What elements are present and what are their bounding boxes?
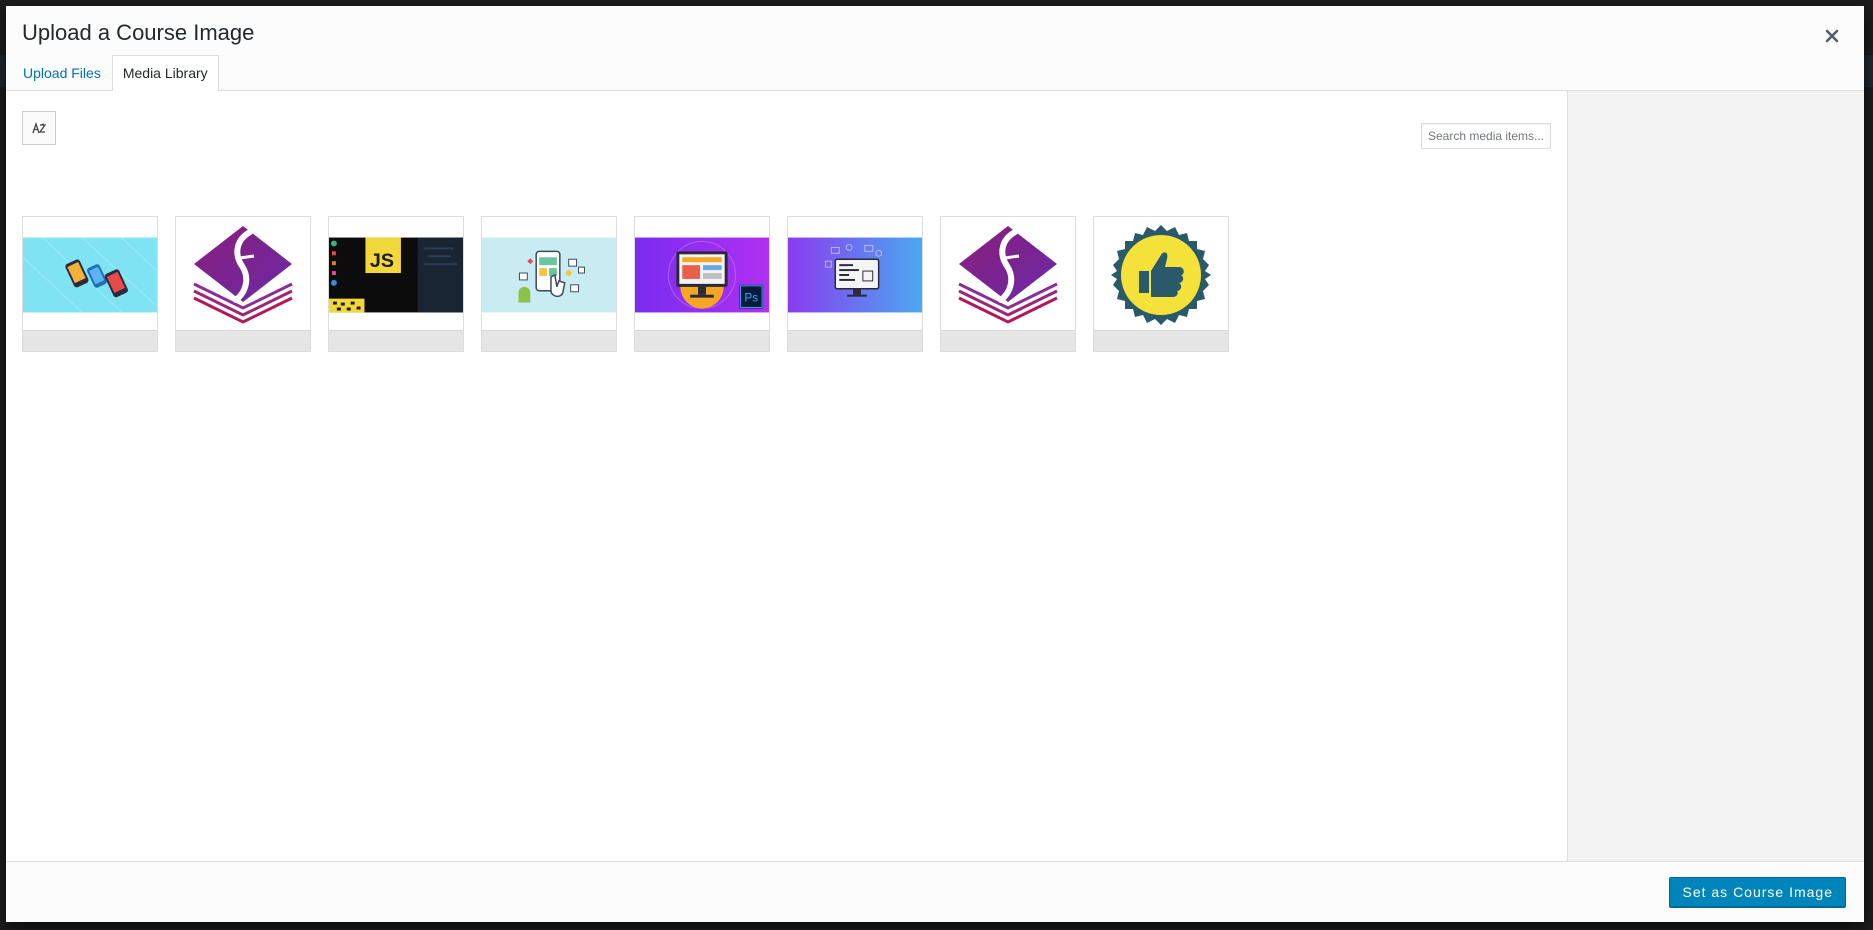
media-item[interactable] bbox=[175, 216, 311, 352]
media-item[interactable] bbox=[481, 216, 617, 352]
tile-footer bbox=[941, 330, 1075, 351]
web-code-monitor-image bbox=[788, 237, 922, 312]
modal-tabs: Upload Files Media Library bbox=[22, 55, 219, 91]
thumbs-up-badge-image bbox=[1111, 224, 1211, 325]
purple-layers-logo-image bbox=[958, 225, 1058, 324]
ps-logo-text: Ps bbox=[744, 290, 758, 304]
sort-button[interactable] bbox=[22, 111, 56, 145]
sort-alpha-icon bbox=[32, 122, 46, 134]
media-item[interactable] bbox=[22, 216, 158, 352]
media-item[interactable] bbox=[940, 216, 1076, 352]
tile-footer bbox=[1094, 330, 1228, 351]
close-icon bbox=[1825, 29, 1839, 43]
attachment-details-sidebar bbox=[1567, 91, 1864, 861]
thumb-area bbox=[941, 217, 1075, 332]
tile-footer bbox=[788, 330, 922, 351]
media-modal: Upload a Course Image Upload Files Media… bbox=[6, 6, 1864, 922]
search-input[interactable] bbox=[1421, 123, 1551, 149]
thumb-area bbox=[1094, 217, 1228, 332]
tab-media-library[interactable]: Media Library bbox=[111, 55, 219, 91]
thumb-area bbox=[176, 217, 310, 332]
media-item[interactable]: JS bbox=[328, 216, 464, 352]
set-course-image-button[interactable]: Set as Course Image bbox=[1669, 877, 1846, 907]
thumb-area bbox=[23, 217, 157, 332]
media-item[interactable] bbox=[1093, 216, 1229, 352]
modal-title: Upload a Course Image bbox=[22, 20, 255, 45]
tile-footer bbox=[329, 330, 463, 351]
mobile-app-icons-image bbox=[482, 237, 616, 312]
thumb-area: JS bbox=[329, 217, 463, 332]
photoshop-web-design-image: Ps bbox=[635, 237, 769, 312]
tile-footer bbox=[635, 330, 769, 351]
thumb-area: Ps bbox=[635, 217, 769, 332]
phones-transfer-image bbox=[23, 236, 157, 313]
js-logo-text: JS bbox=[370, 250, 394, 272]
modal-header: Upload a Course Image Upload Files Media… bbox=[6, 6, 1864, 91]
tab-upload-files[interactable]: Upload Files bbox=[22, 55, 112, 90]
thumb-area bbox=[482, 217, 616, 332]
close-button[interactable] bbox=[1820, 24, 1844, 48]
media-library-content: JS bbox=[6, 91, 1566, 861]
purple-layers-logo-image bbox=[193, 225, 293, 324]
thumb-area bbox=[788, 217, 922, 332]
media-grid: JS Ps bbox=[22, 216, 1229, 352]
media-item[interactable]: Ps bbox=[634, 216, 770, 352]
modal-footer: Set as Course Image bbox=[6, 861, 1864, 922]
tile-footer bbox=[482, 330, 616, 351]
media-item[interactable] bbox=[787, 216, 923, 352]
javascript-course-image: JS bbox=[329, 237, 463, 312]
tile-footer bbox=[176, 330, 310, 351]
tile-footer bbox=[23, 330, 157, 351]
